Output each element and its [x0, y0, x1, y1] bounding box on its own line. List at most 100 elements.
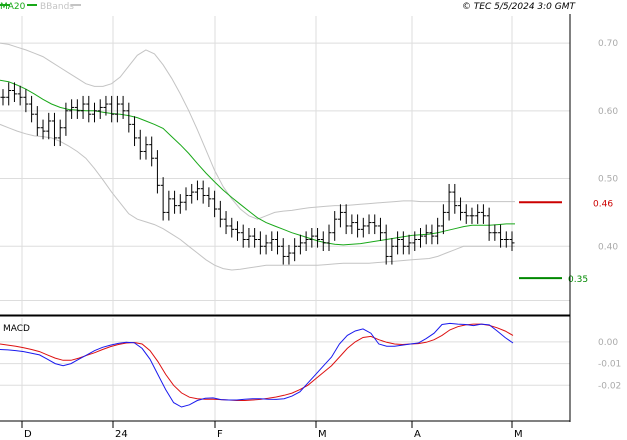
ohlc-bar: [166, 190, 172, 221]
ohlc-bar: [360, 217, 366, 238]
ohlc-bar: [400, 231, 406, 255]
price-panel-grid: 0.70 0.60 0.50 0.40: [0, 16, 618, 314]
ohlc-bar: [11, 82, 17, 103]
ohlc-bar: [498, 224, 504, 248]
ohlc-bar: [80, 95, 86, 119]
ohlc-bar: [286, 244, 292, 265]
bbands-legend-line: [71, 4, 81, 6]
x-tick-label: F: [217, 429, 223, 440]
resistance-label: 0.46: [593, 199, 613, 209]
ohlc-bar: [503, 231, 509, 248]
ohlc-bar: [383, 224, 389, 265]
ohlc-bar: [63, 102, 69, 136]
support-label: 0.35: [568, 275, 588, 285]
ohlc-bar: [240, 224, 246, 248]
ohlc-bar: [343, 204, 349, 235]
ohlc-bar: [223, 211, 229, 235]
ohlc-bar: [492, 224, 498, 241]
ohlc-bar: [257, 231, 263, 255]
ohlc-bar: [452, 183, 458, 214]
macd-tick-label: -0.02: [598, 381, 621, 391]
ohlc-bar: [29, 95, 35, 123]
ohlc-bar: [143, 136, 149, 160]
ohlc-bar: [440, 204, 446, 235]
ohlc-bar: [458, 197, 464, 221]
ohlc-bar: [149, 136, 155, 167]
ohlc-bar: [51, 112, 57, 147]
ohlc-bar: [194, 180, 200, 201]
price-bars: [0, 82, 515, 265]
ma-legend-label: MA20: [0, 2, 26, 12]
ohlc-bar: [132, 116, 138, 147]
bbands-legend-label: BBands: [40, 2, 74, 12]
ohlc-bar: [229, 217, 235, 238]
chart-canvas: 0.70 0.60 0.50 0.40 0.46 0.35 0.00 -0.01 -0.02…: [0, 2, 621, 440]
ohlc-bar: [406, 234, 412, 255]
ohlc-bar: [372, 214, 378, 235]
macd-tick-label: 0.00: [598, 338, 618, 348]
ohlc-bar: [154, 150, 160, 194]
ohlc-bar: [463, 204, 469, 224]
ohlc-bar: [435, 217, 441, 245]
ohlc-bar: [377, 217, 383, 241]
ohlc-bar: [337, 204, 343, 228]
x-tick-label: 24: [115, 429, 128, 440]
x-tick-label: M: [514, 429, 523, 440]
ohlc-bar: [200, 180, 206, 204]
copyright-text: © TEC 5/5/2024 3:0 GMT: [462, 2, 577, 12]
x-tick-label: A: [414, 429, 421, 440]
macd-signal-line: [0, 323, 514, 401]
axes: D 24 F M A M: [0, 14, 571, 440]
ohlc-bar: [480, 204, 486, 224]
ohlc-bar: [292, 238, 298, 262]
ohlc-bar: [177, 194, 183, 214]
price-tick-label: 0.60: [598, 107, 618, 117]
ohlc-bar: [183, 187, 189, 211]
ohlc-bar: [297, 234, 303, 255]
ohlc-bar: [23, 89, 29, 113]
chart-header: MA20 BBands © TEC 5/5/2024 3:0 GMT MACD: [0, 2, 576, 334]
ohlc-bar: [275, 231, 281, 255]
ohlc-bar: [212, 190, 218, 218]
ohlc-bar: [326, 224, 332, 252]
ohlc-bar: [86, 95, 92, 123]
x-tick-label: D: [24, 429, 32, 440]
ohlc-bar: [303, 231, 309, 252]
macd-lines: [0, 322, 514, 408]
bb-upper-line: [0, 42, 515, 220]
macd-main-line: [0, 322, 514, 408]
ohlc-bar: [0, 89, 6, 106]
ohlc-bar: [280, 238, 286, 265]
ohlc-bar: [92, 102, 98, 123]
ohlc-bar: [309, 227, 315, 248]
ohlc-bar: [395, 231, 401, 255]
x-tick-label: M: [318, 429, 327, 440]
ohlc-bar: [349, 214, 355, 235]
ohlc-bar: [206, 187, 212, 207]
ohlc-bar: [246, 227, 252, 248]
ohlc-bar: [137, 129, 143, 160]
ohlc-bar: [446, 183, 452, 221]
ohlc-bar: [6, 82, 12, 106]
ohlc-bar: [126, 102, 132, 133]
ohlc-bar: [475, 204, 481, 224]
ohlc-bar: [46, 112, 52, 140]
ohlc-bar: [389, 238, 395, 265]
bb-lower-line: [0, 123, 515, 271]
ohlc-bar: [269, 231, 275, 252]
price-tick-label: 0.40: [598, 242, 618, 252]
price-tick-label: 0.70: [598, 39, 618, 49]
ohlc-bar: [412, 231, 418, 252]
ohlc-bar: [320, 231, 326, 252]
ohlc-bar: [172, 190, 178, 214]
ma-legend-line: [27, 4, 37, 6]
ohlc-bar: [217, 200, 223, 228]
ohlc-bar: [74, 99, 80, 119]
ohlc-bar: [114, 95, 120, 123]
macd-panel-grid: 0.00 -0.01 -0.02: [0, 318, 621, 420]
ohlc-bar: [234, 221, 240, 241]
price-tick-label: 0.50: [598, 175, 618, 185]
ohlc-bar: [263, 234, 269, 255]
ohlc-bar: [332, 211, 338, 241]
ohlc-bar: [417, 227, 423, 248]
